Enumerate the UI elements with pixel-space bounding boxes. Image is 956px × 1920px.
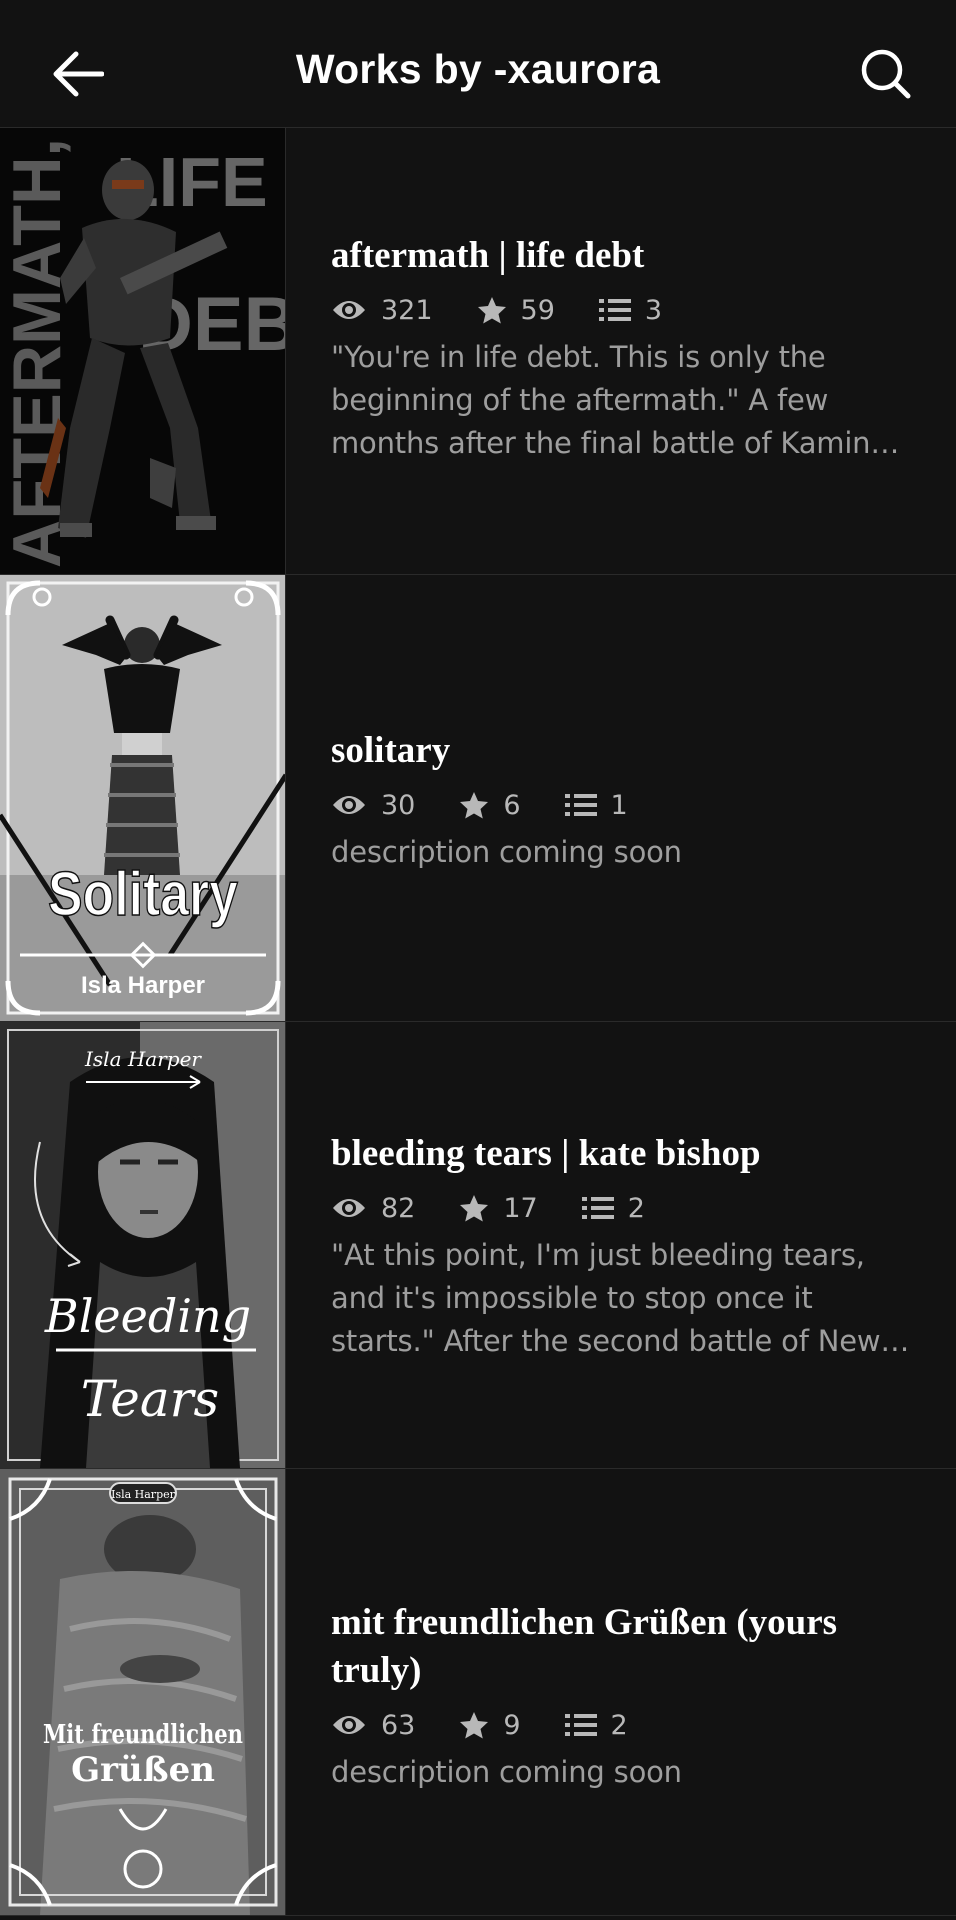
search-button[interactable]: [852, 40, 920, 108]
story-info: solitary 30 6 1 description coming soon: [331, 727, 916, 874]
cover-text: Isla Harper: [84, 1047, 202, 1071]
story-stats: 63 9 2: [331, 1699, 916, 1751]
votes-stat: 9: [459, 1709, 521, 1741]
story-description: "You're in life debt. This is only the b…: [331, 340, 897, 460]
story-info: bleeding tears | kate bishop 82 17 2 "At…: [331, 1130, 916, 1363]
search-icon: [861, 49, 911, 99]
votes-count: 9: [503, 1709, 521, 1741]
reads-stat: 321: [331, 295, 433, 326]
parts-stat: 2: [564, 1709, 628, 1741]
votes-stat: 17: [459, 1192, 538, 1224]
story-info: aftermath | life debt 321 59 3 "You're i…: [331, 232, 916, 465]
story-item[interactable]: AFTERMATH, LIFE DEBT: [0, 128, 956, 575]
cover-text: Bleeding: [44, 1289, 251, 1343]
story-info: mit freundlichen Grüßen (yours truly) 63…: [331, 1599, 916, 1794]
cover-text: Grüßen: [71, 1750, 215, 1790]
story-cover[interactable]: Solitary Isla Harper: [0, 575, 286, 1021]
story-item[interactable]: Isla Harper Bleeding Tears bleeding tear…: [0, 1022, 956, 1469]
story-title[interactable]: solitary: [331, 727, 916, 775]
list-icon: [564, 1714, 597, 1736]
story-item[interactable]: Solitary Isla Harper solitary 30 6 1 des…: [0, 575, 956, 1022]
story-description: description coming soon: [331, 835, 682, 869]
star-icon: [460, 1195, 489, 1222]
story-cover[interactable]: AFTERMATH, LIFE DEBT: [0, 128, 286, 574]
cover-text: Isla Harper: [111, 1488, 176, 1501]
reads-stat: 82: [331, 1193, 415, 1224]
cover-text: Tears: [81, 1370, 219, 1428]
list-icon: [581, 1197, 614, 1219]
star-icon: [460, 1712, 489, 1739]
reads-count: 30: [381, 789, 416, 821]
star-icon: [477, 297, 506, 324]
story-title[interactable]: aftermath | life debt: [331, 232, 916, 280]
parts-count: 2: [627, 1192, 645, 1224]
parts-count: 2: [610, 1709, 628, 1741]
eye-icon: [333, 796, 365, 814]
parts-stat: 3: [598, 294, 663, 326]
cover-text: Isla Harper: [81, 972, 205, 999]
votes-count: 59: [520, 294, 555, 326]
votes-stat: 59: [477, 295, 555, 326]
votes-count: 6: [503, 789, 521, 821]
top-bar: Works by -xaurora: [0, 0, 956, 128]
parts-stat: 1: [564, 789, 628, 821]
story-cover[interactable]: Isla Harper Mit freundlichen Grüßen: [0, 1469, 286, 1915]
list-icon: [598, 299, 631, 321]
story-title[interactable]: mit freundlichen Grüßen (yours truly): [331, 1599, 916, 1695]
reads-count: 63: [381, 1709, 416, 1741]
reads-count: 321: [381, 294, 433, 326]
votes-count: 17: [503, 1192, 538, 1224]
cover-text: Solitary: [48, 860, 238, 929]
page-title: Works by -xaurora: [295, 46, 661, 92]
reads-count: 82: [381, 1192, 416, 1224]
story-description: "At this point, I'm just bleeding tears,…: [331, 1238, 881, 1358]
story-list: AFTERMATH, LIFE DEBT: [0, 128, 956, 1916]
votes-stat: 6: [459, 789, 521, 821]
story-item[interactable]: Isla Harper Mit freundlichen Grüßen mit …: [0, 1469, 956, 1916]
story-cover[interactable]: Isla Harper Bleeding Tears: [0, 1022, 286, 1468]
story-description: description coming soon: [331, 1755, 682, 1789]
eye-icon: [333, 1199, 365, 1217]
eye-icon: [333, 301, 365, 319]
star-icon: [460, 792, 489, 819]
list-icon: [564, 794, 597, 816]
reads-stat: 30: [331, 790, 415, 821]
story-stats: 82 17 2: [331, 1182, 916, 1234]
reads-stat: 63: [331, 1710, 415, 1741]
eye-icon: [333, 1716, 365, 1734]
story-title[interactable]: bleeding tears | kate bishop: [331, 1130, 916, 1178]
parts-count: 3: [644, 294, 663, 326]
cover-text: Mit freundlichen: [43, 1720, 243, 1750]
story-stats: 30 6 1: [331, 779, 916, 831]
story-stats: 321 59 3: [331, 284, 916, 336]
parts-count: 1: [610, 789, 628, 821]
parts-stat: 2: [581, 1192, 645, 1224]
